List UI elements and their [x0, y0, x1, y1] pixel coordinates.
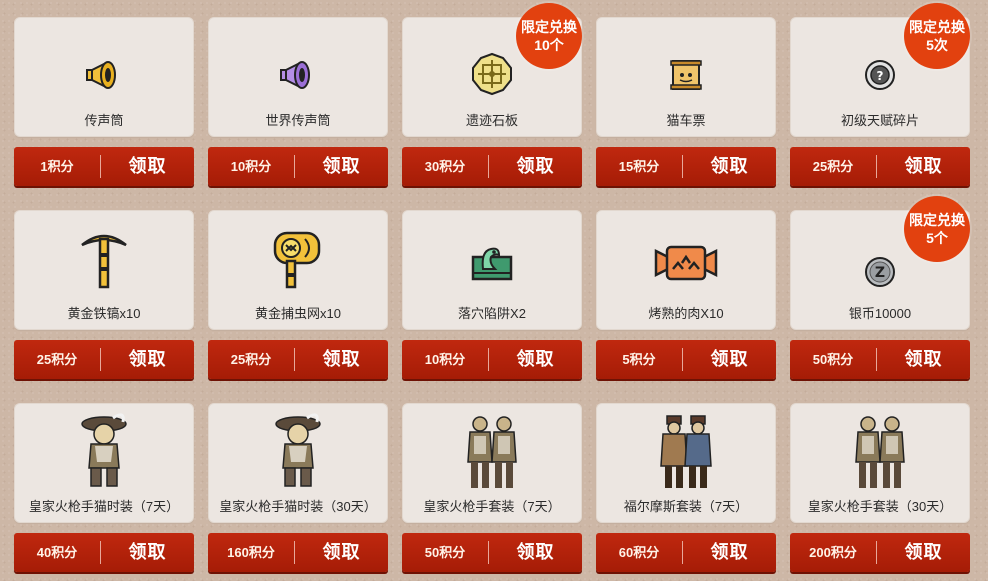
item-name: 世界传声筒	[265, 113, 331, 128]
item-points: 50积分	[424, 545, 466, 560]
reward-card: 黄金铁镐x10	[14, 210, 194, 330]
item-points: 60积分	[618, 545, 660, 560]
limited-badge: 限定兑换 10个	[516, 3, 582, 69]
item-name: 遗迹石板	[465, 113, 518, 128]
item-name: 落穴陷阱X2	[458, 306, 526, 321]
item-name: 黄金捕虫网x10	[255, 306, 341, 321]
reward-card: 猫车票	[596, 17, 776, 137]
reward-card: 落穴陷阱X2	[402, 210, 582, 330]
item-name: 传声筒	[84, 113, 124, 128]
item-points: 200积分	[809, 545, 857, 560]
item-name: 福尔摩斯套装（7天）	[623, 499, 749, 514]
musketeer-cat-icon	[81, 413, 127, 487]
item-points: 50积分	[812, 352, 854, 367]
musketeer-cat-icon	[275, 413, 321, 487]
claim-bar: 30积分 领取	[402, 147, 582, 186]
item-name: 初级天赋碎片	[840, 113, 919, 128]
item-points: 5积分	[622, 352, 656, 367]
claim-button[interactable]: 领取	[295, 340, 388, 379]
claim-bar: 5积分 领取	[596, 340, 776, 379]
claim-bar: 10积分 领取	[402, 340, 582, 379]
badge-limit: 10个	[534, 37, 564, 53]
item-name: 皇家火枪手套装（7天）	[423, 499, 561, 514]
badge-limit: 5个	[926, 230, 948, 246]
limited-badge: 限定兑换 5次	[904, 3, 970, 69]
claim-button[interactable]: 领取	[489, 147, 582, 186]
reward-card: 福尔摩斯套装（7天）	[596, 403, 776, 523]
musketeer-armor-icon	[467, 416, 517, 488]
claim-bar: 25积分 领取	[208, 340, 388, 379]
item-name: 皇家火枪手猫时装（30天）	[219, 499, 377, 514]
item-points: 10积分	[424, 352, 466, 367]
reward-card: 皇家火枪手猫时装（7天）	[14, 403, 194, 523]
claim-button[interactable]: 领取	[683, 147, 776, 186]
item-name: 猫车票	[666, 113, 706, 128]
bug-net-icon	[273, 231, 321, 289]
claim-button[interactable]: 领取	[101, 147, 194, 186]
claim-bar: 10积分 领取	[208, 147, 388, 186]
reward-card: 世界传声筒	[208, 17, 388, 137]
item-points: 30积分	[424, 159, 466, 174]
badge-title: 限定兑换	[521, 19, 577, 35]
claim-bar: 40积分 领取	[14, 533, 194, 572]
badge-limit: 5次	[926, 37, 948, 53]
pickaxe-icon	[81, 234, 127, 289]
claim-bar: 60积分 领取	[596, 533, 776, 572]
item-name: 皇家火枪手套装（30天）	[807, 499, 953, 514]
item-name: 银币10000	[848, 306, 912, 321]
item-points: 40积分	[36, 545, 78, 560]
item-points: 160积分	[227, 545, 275, 560]
claim-button[interactable]: 领取	[295, 147, 388, 186]
musketeer-armor-icon	[855, 416, 905, 488]
claim-button[interactable]: 领取	[877, 147, 970, 186]
svg-text:Z: Z	[875, 265, 885, 281]
limited-badge: 限定兑换 5个	[904, 196, 970, 262]
pitfall-trap-icon	[471, 247, 513, 281]
claim-button[interactable]: 领取	[877, 533, 970, 572]
claim-bar: 50积分 领取	[790, 340, 970, 379]
reward-card: 皇家火枪手套装（7天）	[402, 403, 582, 523]
claim-bar: 200积分 领取	[790, 533, 970, 572]
horn-icon	[86, 61, 116, 89]
claim-bar: 15积分 领取	[596, 147, 776, 186]
world-horn-icon	[280, 61, 310, 89]
holmes-armor-icon	[660, 415, 712, 488]
item-points: 1积分	[40, 159, 74, 174]
cooked-meat-icon	[654, 245, 718, 281]
claim-button[interactable]: 领取	[295, 533, 388, 572]
relic-tablet-icon	[472, 52, 512, 96]
talent-fragment-icon: ?	[865, 60, 895, 90]
badge-title: 限定兑换	[909, 19, 965, 35]
cat-ticket-icon	[670, 60, 702, 90]
reward-card: 传声筒	[14, 17, 194, 137]
claim-button[interactable]: 领取	[101, 533, 194, 572]
claim-button[interactable]: 领取	[101, 340, 194, 379]
item-points: 10积分	[230, 159, 272, 174]
item-points: 25积分	[812, 159, 854, 174]
reward-card: 烤熟的肉X10	[596, 210, 776, 330]
claim-bar: 25积分 领取	[14, 340, 194, 379]
item-points: 25积分	[230, 352, 272, 367]
reward-card: 皇家火枪手套装（30天）	[790, 403, 970, 523]
claim-bar: 160积分 领取	[208, 533, 388, 572]
item-points: 15积分	[618, 159, 660, 174]
claim-button[interactable]: 领取	[683, 340, 776, 379]
claim-bar: 25积分 领取	[790, 147, 970, 186]
claim-button[interactable]: 领取	[489, 340, 582, 379]
reward-card: 黄金捕虫网x10	[208, 210, 388, 330]
claim-button[interactable]: 领取	[489, 533, 582, 572]
silver-coin-icon: Z	[865, 257, 895, 287]
item-name: 烤熟的肉X10	[648, 306, 724, 321]
item-name: 黄金铁镐x10	[67, 306, 141, 321]
item-name: 皇家火枪手猫时装（7天）	[28, 499, 180, 514]
claim-button[interactable]: 领取	[683, 533, 776, 572]
claim-button[interactable]: 领取	[877, 340, 970, 379]
item-points: 25积分	[36, 352, 78, 367]
reward-grid: 传声筒 1积分 领取 世界传声筒 10积分 领取 遗迹石板 30积分 领取 限定…	[0, 0, 988, 581]
reward-card: 皇家火枪手猫时装（30天）	[208, 403, 388, 523]
badge-title: 限定兑换	[909, 212, 965, 228]
claim-bar: 1积分 领取	[14, 147, 194, 186]
claim-bar: 50积分 领取	[402, 533, 582, 572]
svg-text:?: ?	[877, 69, 884, 83]
